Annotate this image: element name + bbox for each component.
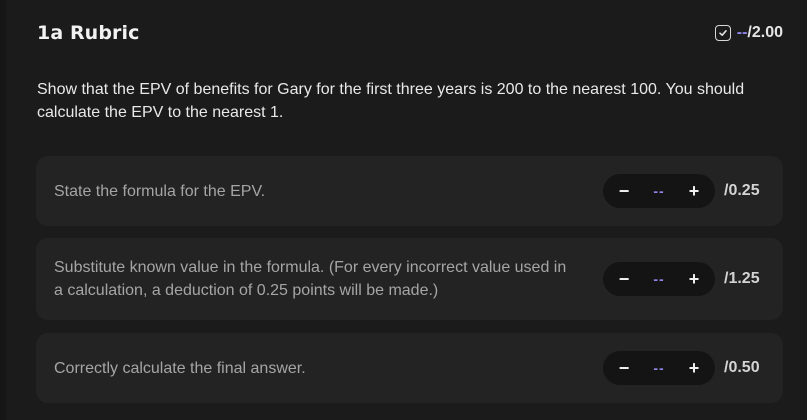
criterion-max-points: /0.50 (724, 359, 760, 376)
criterion-description: Substitute known value in the formula. (… (54, 259, 567, 299)
points-stepper: − -- + (603, 262, 715, 296)
total-score-text: --/2.00 (737, 24, 783, 42)
total-score-value: -- (736, 24, 748, 41)
criterion-card: Correctly calculate the final answer. − … (36, 333, 783, 403)
rubric-header: 1a Rubric --/2.00 (37, 18, 783, 48)
increment-button[interactable]: + (685, 182, 703, 200)
points-stepper: − -- + (603, 174, 715, 208)
decrement-button[interactable]: − (615, 359, 633, 377)
points-value[interactable]: -- (653, 360, 664, 376)
panel-edge (0, 0, 6, 420)
criterion-description: State the formula for the EPV. (54, 182, 266, 200)
total-score-max: /2.00 (747, 24, 783, 41)
decrement-button[interactable]: − (615, 270, 633, 288)
decrement-button[interactable]: − (615, 182, 633, 200)
criterion-description: Correctly calculate the final answer. (54, 359, 306, 377)
checkbox-check-icon[interactable] (714, 25, 731, 41)
points-value[interactable]: -- (653, 271, 664, 287)
criterion-max-points: /1.25 (724, 270, 760, 287)
criterion-card: Substitute known value in the formula. (… (36, 238, 783, 320)
rubric-panel: 1a Rubric --/2.00 Show that the EPV of b… (0, 0, 807, 420)
question-prompt: Show that the EPV of benefits for Gary f… (37, 81, 745, 121)
total-score: --/2.00 (714, 24, 783, 42)
criterion-card: State the formula for the EPV. − -- + /0… (36, 156, 783, 226)
points-stepper: − -- + (603, 351, 715, 385)
increment-button[interactable]: + (685, 270, 703, 288)
increment-button[interactable]: + (685, 359, 703, 377)
criterion-max-points: /0.25 (724, 182, 760, 199)
points-value[interactable]: -- (653, 183, 664, 199)
rubric-title: 1a Rubric (37, 22, 140, 44)
